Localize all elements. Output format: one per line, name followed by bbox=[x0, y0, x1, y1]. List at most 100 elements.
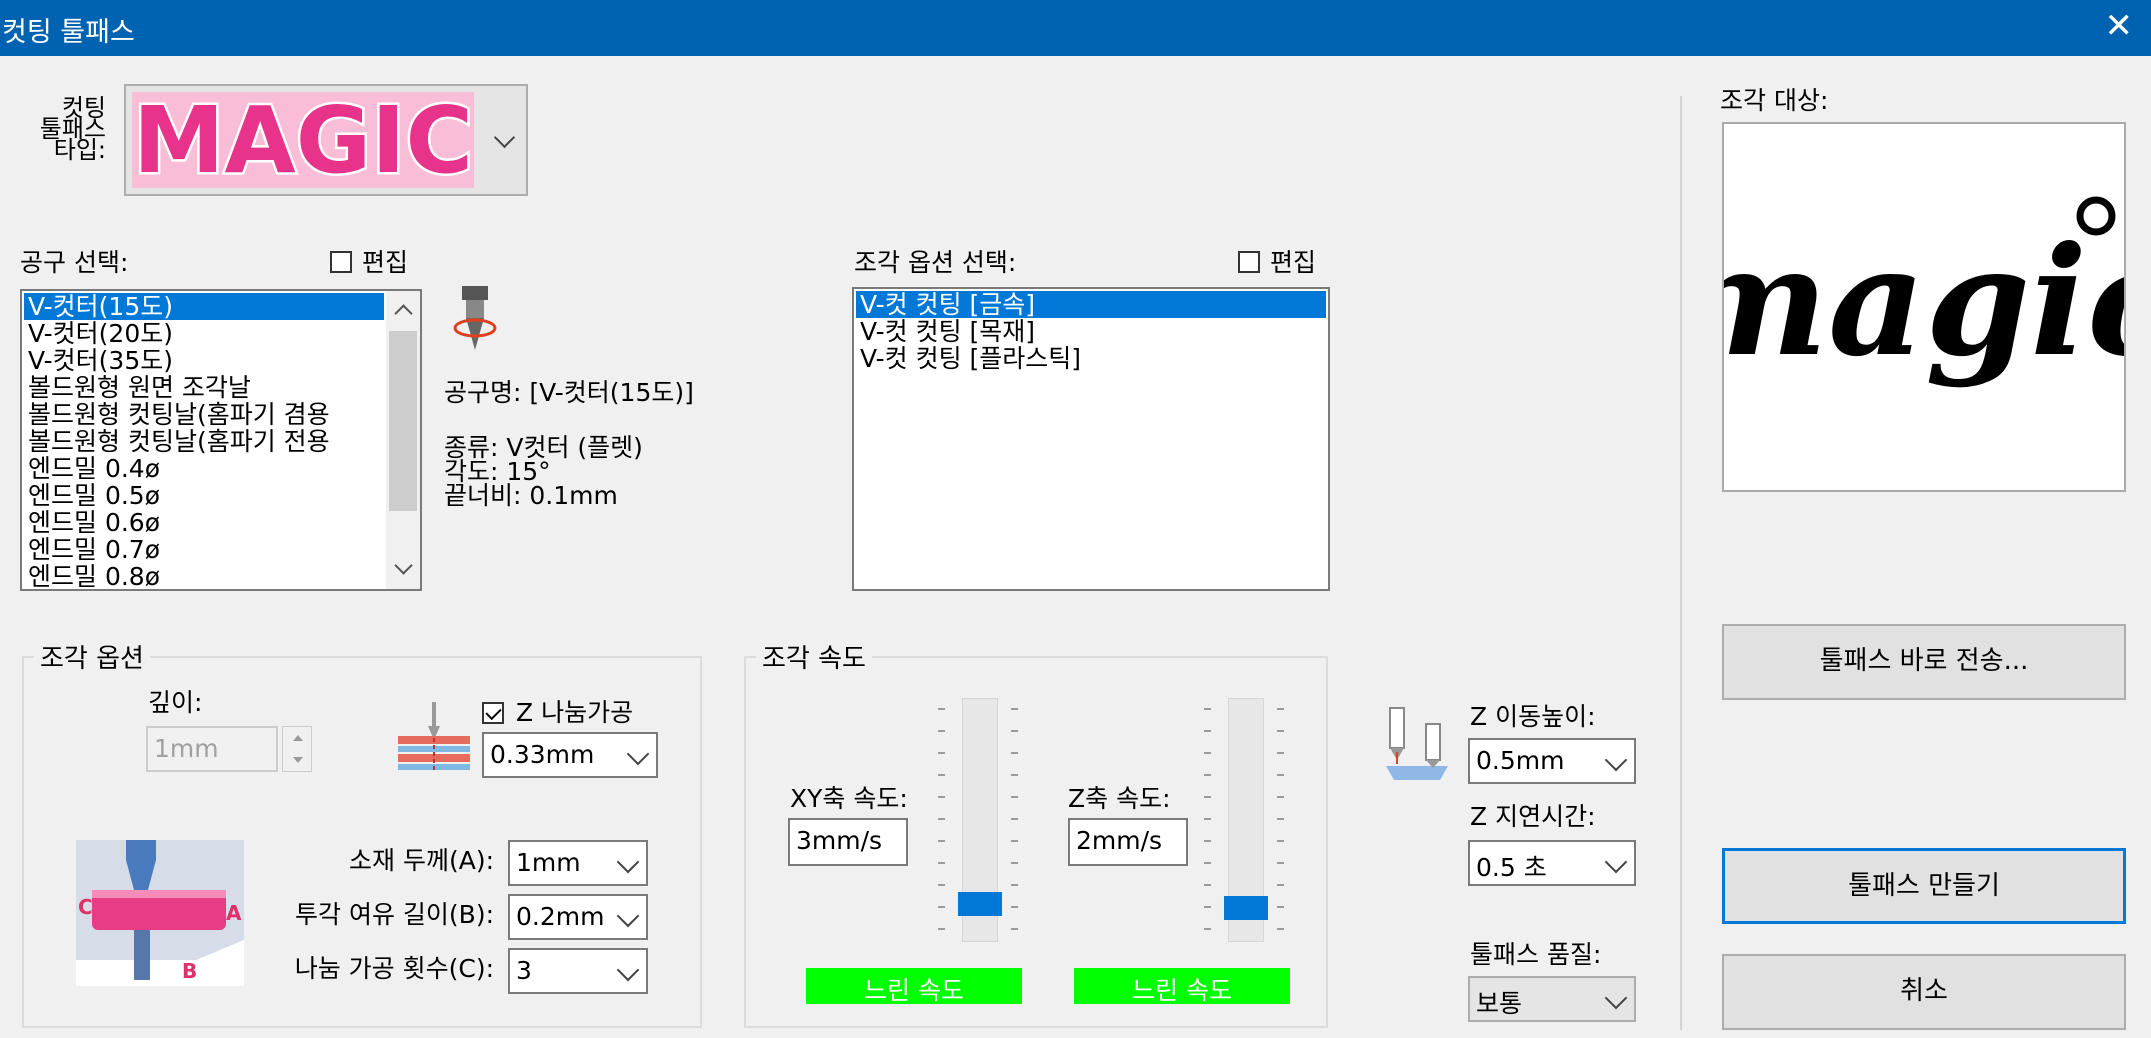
slider-tick bbox=[938, 884, 945, 886]
z-split-combo[interactable]: 0.33mm bbox=[482, 732, 658, 778]
tool-list-item[interactable]: 엔드밀 0.4ø bbox=[24, 455, 384, 482]
slider-tick bbox=[1204, 906, 1211, 908]
toolpath-type-preview: MAGIC bbox=[132, 92, 474, 188]
slider-tick bbox=[1011, 884, 1018, 886]
z-split-checkbox[interactable] bbox=[482, 702, 504, 724]
tool-listbox[interactable]: V-컷터(15도) V-컷터(20도) V-컷터(35도) 볼드원형 원면 조각날 볼드… bbox=[20, 289, 422, 591]
svg-text:B: B bbox=[182, 959, 197, 983]
slider-tick bbox=[1204, 818, 1211, 820]
z-delay-label: Z 지연시간: bbox=[1470, 802, 1596, 831]
engrave-target-preview: magic bbox=[1722, 122, 2126, 492]
z-speed-field[interactable]: 2mm/s bbox=[1068, 818, 1188, 866]
slider-tick bbox=[1277, 774, 1284, 776]
z-speed-slider[interactable] bbox=[1204, 690, 1284, 952]
tool-list-item[interactable]: 엔드밀 0.7ø bbox=[24, 536, 384, 563]
slider-tick bbox=[938, 840, 945, 842]
slider-tick bbox=[1204, 774, 1211, 776]
slider-tick bbox=[938, 774, 945, 776]
thickness-label: 소재 두께(A): bbox=[349, 846, 494, 875]
slider-tick bbox=[1011, 774, 1018, 776]
slider-tick bbox=[938, 928, 945, 930]
z-speed-slider-thumb[interactable] bbox=[1224, 896, 1268, 921]
scroll-thumb[interactable] bbox=[389, 331, 417, 511]
z-move-height-combo[interactable]: 0.5mm bbox=[1468, 738, 1636, 784]
slider-tick bbox=[1204, 928, 1211, 930]
z-delay-combo[interactable]: 0.5 초 bbox=[1468, 840, 1636, 886]
toolpath-quality-combo[interactable]: 보통 bbox=[1468, 976, 1636, 1022]
slider-tick bbox=[1204, 730, 1211, 732]
depth-label: 깊이: bbox=[148, 688, 203, 717]
tool-list-item[interactable]: 엔드밀 0.6ø bbox=[24, 509, 384, 536]
separator bbox=[1680, 96, 1682, 1030]
thickness-combo[interactable]: 1mm bbox=[508, 840, 648, 886]
slider-tick bbox=[1011, 840, 1018, 842]
tool-list-item[interactable]: V-컷터(15도) bbox=[24, 293, 384, 320]
engrave-option-listbox[interactable]: V-컷 컷팅 [금속] V-컷 컷팅 [목재] V-컷 컷팅 [플라스틱] bbox=[852, 287, 1330, 591]
slider-tick bbox=[1204, 884, 1211, 886]
slider-tick bbox=[1011, 752, 1018, 754]
z-split-label: Z 나눔가공 bbox=[516, 698, 634, 727]
xy-speed-slider-thumb[interactable] bbox=[958, 892, 1002, 916]
tool-list-item[interactable]: 볼드원형 컷팅날(홈파기 겸용 bbox=[24, 401, 384, 428]
slider-tick bbox=[1277, 730, 1284, 732]
chevron-down-icon bbox=[1604, 748, 1628, 772]
tool-list-item[interactable]: V-컷터(20도) bbox=[24, 320, 384, 347]
tool-list-item[interactable]: 볼드원형 컷팅날(홈파기 전용 bbox=[24, 428, 384, 455]
spin-up-icon[interactable] bbox=[293, 735, 303, 741]
make-toolpath-button[interactable]: 툴패스 만들기 bbox=[1722, 848, 2126, 924]
xy-speed-field[interactable]: 3mm/s bbox=[788, 818, 908, 866]
material-thickness-diagram: A B C bbox=[76, 840, 244, 986]
slider-tick bbox=[1277, 708, 1284, 710]
tool-list-item[interactable]: 엔드밀 0.8ø bbox=[24, 563, 384, 589]
xy-speed-bar: 느린 속도 bbox=[806, 968, 1022, 1005]
engrave-option-edit-checkbox[interactable] bbox=[1238, 251, 1260, 273]
tool-list-scrollbar[interactable] bbox=[386, 291, 420, 589]
spin-down-icon[interactable] bbox=[293, 757, 303, 763]
depth-field[interactable]: 1mm bbox=[146, 726, 278, 772]
slider-tick bbox=[938, 708, 945, 710]
tool-list-item[interactable]: 엔드밀 0.5ø bbox=[24, 482, 384, 509]
tool-list-item[interactable]: 볼드원형 원면 조각날 bbox=[24, 374, 384, 401]
z-speed-label: Z축 속도: bbox=[1068, 784, 1171, 813]
slider-tick bbox=[1011, 862, 1018, 864]
slider-tick bbox=[938, 796, 945, 798]
xy-speed-label: XY축 속도: bbox=[790, 784, 908, 813]
slider-tick bbox=[1277, 796, 1284, 798]
engrave-option-list-item[interactable]: V-컷 컷팅 [목재] bbox=[856, 318, 1326, 345]
depth-spinner[interactable] bbox=[282, 726, 312, 772]
toolpath-type-label: 컷팅 툴패스 타입: bbox=[39, 94, 106, 164]
engrave-option-list-item[interactable]: V-컷 컷팅 [금속] bbox=[856, 291, 1326, 318]
slider-tick bbox=[1011, 818, 1018, 820]
engrave-option-label: 조각 옵션 선택: bbox=[854, 248, 1017, 277]
chevron-down-icon bbox=[616, 958, 640, 982]
scroll-down-icon[interactable] bbox=[394, 556, 413, 575]
scroll-up-icon[interactable] bbox=[394, 304, 413, 323]
send-toolpath-button[interactable]: 툴패스 바로 전송... bbox=[1722, 624, 2126, 700]
slider-tick bbox=[1011, 796, 1018, 798]
tool-tip-width-text: 끝너비: 0.1mm bbox=[444, 481, 618, 510]
z-split-icon bbox=[396, 700, 472, 776]
slider-tick bbox=[1204, 840, 1211, 842]
z-move-height-label: Z 이동높이: bbox=[1470, 702, 1596, 731]
engrave-option-list-item[interactable]: V-컷 컷팅 [플라스틱] bbox=[856, 345, 1326, 372]
slider-tick bbox=[938, 752, 945, 754]
chevron-down-icon bbox=[1604, 850, 1628, 874]
tool-edit-label: 편집 bbox=[362, 248, 409, 277]
toolpath-type-combo[interactable]: MAGIC bbox=[124, 84, 528, 196]
tool-name-text: 공구명: [V-컷터(15도)] bbox=[444, 378, 694, 407]
slider-tick bbox=[1277, 840, 1284, 842]
passes-combo[interactable]: 3 bbox=[508, 948, 648, 994]
cancel-button[interactable]: 취소 bbox=[1722, 954, 2126, 1030]
z-speed-bar: 느린 속도 bbox=[1074, 968, 1290, 1005]
tool-edit-checkbox[interactable] bbox=[330, 251, 352, 273]
chevron-down-icon bbox=[616, 904, 640, 928]
tool-list-item[interactable]: V-컷터(35도) bbox=[24, 347, 384, 374]
xy-speed-slider[interactable] bbox=[938, 690, 1018, 952]
slider-tick bbox=[1011, 928, 1018, 930]
close-icon[interactable]: ✕ bbox=[2105, 6, 2134, 46]
slider-tick bbox=[1277, 752, 1284, 754]
title-bar: 컷팅 툴패스 ✕ bbox=[0, 0, 2151, 56]
slider-tick bbox=[1277, 884, 1284, 886]
svg-text:C: C bbox=[78, 895, 93, 919]
overrun-combo[interactable]: 0.2mm bbox=[508, 894, 648, 940]
